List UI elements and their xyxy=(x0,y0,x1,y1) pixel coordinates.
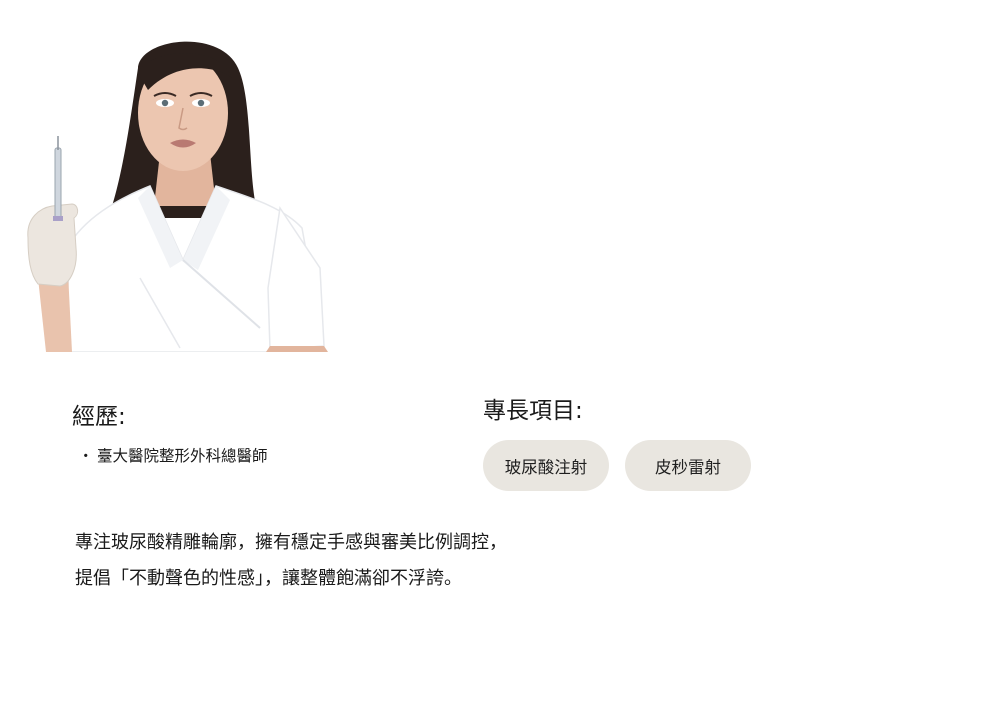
experience-heading: 經歷: xyxy=(72,404,126,430)
specialties-heading: 專長項目: xyxy=(483,398,583,424)
description-line: 專注玻尿酸精雕輪廓，擁有穩定手感與審美比例調控， xyxy=(75,532,507,553)
description-line: 提倡「不動聲色的性感」，讓整體飽滿卻不浮誇。 xyxy=(75,568,462,589)
doctor-portrait-icon xyxy=(27,41,328,352)
specialty-tag-list: 玻尿酸注射 皮秒雷射 xyxy=(483,440,751,491)
doctor-profile-page: 經歷: 臺大醫院整形外科總醫師 專長項目: 玻尿酸注射 皮秒雷射 專注玻尿酸精雕… xyxy=(0,0,1000,713)
experience-item: 臺大醫院整形外科總醫師 xyxy=(78,443,268,469)
specialty-tag-hyaluronic[interactable]: 玻尿酸注射 xyxy=(483,440,609,491)
doctor-portrait xyxy=(20,28,340,352)
doctor-description: 專注玻尿酸精雕輪廓，擁有穩定手感與審美比例調控， 提倡「不動聲色的性感」，讓整體… xyxy=(75,525,675,597)
experience-list: 臺大醫院整形外科總醫師 xyxy=(78,443,268,469)
specialty-tag-picosecond-laser[interactable]: 皮秒雷射 xyxy=(625,440,751,491)
